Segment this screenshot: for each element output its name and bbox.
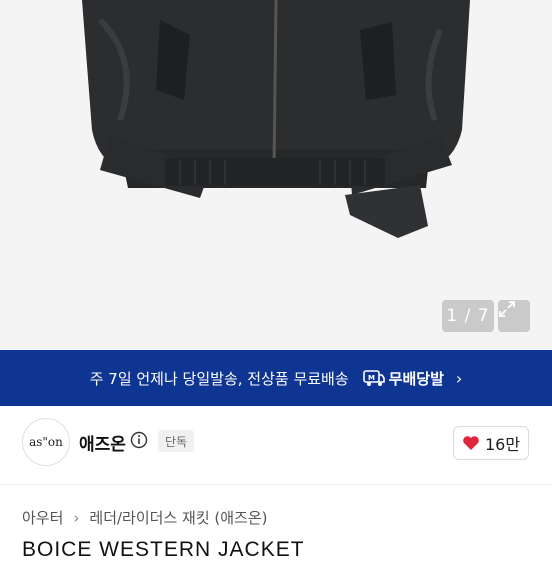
- like-button[interactable]: 16만: [453, 426, 529, 460]
- delivery-badge-icon: M: [362, 370, 385, 386]
- breadcrumb-item-leather[interactable]: 레더/라이더스 재킷 (애즈온): [89, 507, 267, 528]
- product-title: BOICE WESTERN JACKET: [22, 538, 305, 561]
- breadcrumb: 아우터 › 레더/라이더스 재킷 (애즈온): [22, 507, 268, 528]
- chevron-right-icon: ›: [455, 368, 463, 388]
- shop-avatar[interactable]: as"on: [22, 418, 70, 466]
- delivery-badge: M 무배당발: [362, 368, 444, 389]
- delivery-badge-label: 무배당발: [388, 369, 444, 388]
- breadcrumb-item-outer[interactable]: 아우터: [22, 507, 63, 528]
- banner-text: 주 7일 언제나 당일발송, 전상품 무료배송: [89, 369, 349, 388]
- product-image[interactable]: 1 / 7: [0, 0, 552, 350]
- heart-icon: [463, 436, 479, 450]
- shop-name[interactable]: 애즈온: [79, 430, 126, 455]
- chevron-right-icon: ›: [73, 508, 80, 527]
- shop-row: as"on 애즈온 단독 16만: [0, 418, 552, 468]
- like-count: 16만: [484, 435, 521, 454]
- divider: [0, 484, 552, 485]
- image-counter: 1 / 7: [442, 300, 494, 332]
- expand-button[interactable]: [498, 300, 530, 332]
- svg-text:M: M: [368, 374, 375, 382]
- jacket-image: [0, 0, 552, 350]
- delivery-banner[interactable]: 주 7일 언제나 당일발송, 전상품 무료배송 M 무배당발 ›: [0, 350, 552, 406]
- exclusive-tag: 단독: [158, 430, 195, 452]
- info-icon[interactable]: [130, 431, 148, 449]
- expand-icon: [499, 301, 515, 317]
